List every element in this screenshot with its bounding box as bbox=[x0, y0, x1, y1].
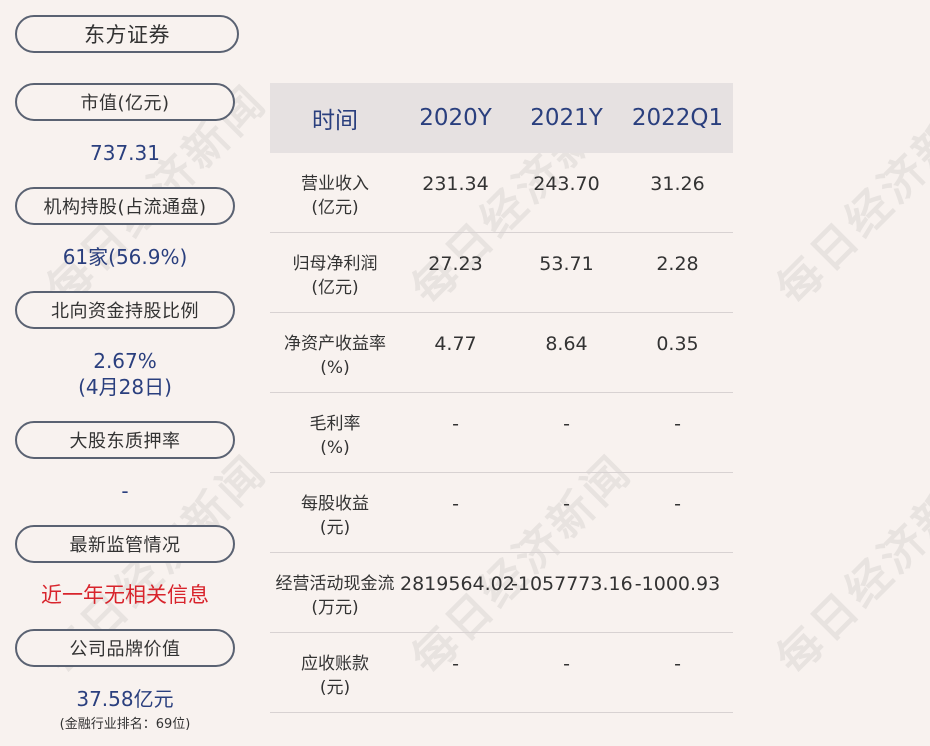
metric-name: 每股收益 bbox=[301, 494, 369, 514]
metric-unit: (元) bbox=[319, 518, 351, 538]
northbound-ratio-date: (4月28日) bbox=[78, 375, 172, 399]
metric-name: 营业收入 bbox=[301, 174, 369, 194]
table-row: 经营活动现金流 (万元) 2819564.02 -1057773.16 -1000.93 bbox=[270, 553, 733, 633]
table-cell: 27.23 bbox=[428, 253, 483, 275]
company-name-badge: 东方证券 bbox=[15, 15, 239, 53]
table-cell: 0.35 bbox=[656, 333, 699, 355]
table-cell: 4.77 bbox=[434, 333, 477, 355]
brand-value-value: 37.58亿元 bbox=[76, 687, 174, 711]
table-cell: -1000.93 bbox=[634, 573, 721, 595]
brand-value-rank: (金融行业排名：69位) bbox=[59, 717, 191, 732]
metric-unit: (元) bbox=[319, 678, 351, 698]
table-cell: -1057773.16 bbox=[511, 573, 633, 595]
table-cell: 8.64 bbox=[545, 333, 588, 355]
header-2020y: 2020Y bbox=[419, 105, 492, 131]
metric-name: 归母净利润 bbox=[292, 254, 378, 274]
watermark-text: 每日经济新闻 bbox=[767, 445, 930, 686]
metric-unit: (亿元) bbox=[311, 198, 359, 218]
row-metric-name: 毛利率 (%) bbox=[270, 394, 400, 460]
table-cell: 31.26 bbox=[650, 173, 705, 195]
table-row: 应收账款 (元) - - - bbox=[270, 633, 733, 713]
metric-unit: (亿元) bbox=[311, 278, 359, 298]
row-metric-name: 应收账款 (元) bbox=[270, 634, 400, 700]
table-cell: - bbox=[563, 493, 570, 515]
metric-unit: (万元) bbox=[311, 598, 359, 618]
row-metric-name: 营业收入 (亿元) bbox=[270, 154, 400, 220]
metric-name: 应收账款 bbox=[301, 654, 369, 674]
table-row: 每股收益 (元) - - - bbox=[270, 473, 733, 553]
metric-name: 毛利率 bbox=[309, 414, 361, 434]
header-2021y: 2021Y bbox=[530, 105, 603, 131]
market-cap-value: 737.31 bbox=[90, 141, 160, 165]
metric-unit: (%) bbox=[320, 358, 350, 378]
table-cell: 2819564.02 bbox=[400, 573, 515, 595]
regulatory-status-value: 近一年无相关信息 bbox=[41, 583, 209, 607]
table-body: 营业收入 (亿元) 231.34 243.70 31.26 归母净利润 (亿元) 27.23 5… bbox=[270, 153, 733, 713]
table-row: 归母净利润 (亿元) 27.23 53.71 2.28 bbox=[270, 233, 733, 313]
table-header: 时间 2020Y 2021Y 2022Q1 bbox=[270, 83, 733, 153]
table-row: 净资产收益率 (%) 4.77 8.64 0.35 bbox=[270, 313, 733, 393]
table-cell: 231.34 bbox=[422, 173, 489, 195]
row-metric-name: 归母净利润 (亿元) bbox=[270, 234, 400, 300]
table-cell: 2.28 bbox=[656, 253, 699, 275]
metric-name: 经营活动现金流 bbox=[275, 574, 395, 594]
table-cell: - bbox=[563, 413, 570, 435]
table-cell: - bbox=[674, 413, 681, 435]
table-row: 营业收入 (亿元) 231.34 243.70 31.26 bbox=[270, 153, 733, 233]
row-metric-name: 经营活动现金流 (万元) bbox=[270, 554, 400, 620]
row-metric-name: 净资产收益率 (%) bbox=[270, 314, 400, 380]
table-cell: 53.71 bbox=[539, 253, 594, 275]
financial-table: 时间 2020Y 2021Y 2022Q1 营业收入 (亿元) 231.34 243.… bbox=[270, 83, 733, 713]
table-cell: - bbox=[563, 653, 570, 675]
institutional-holding-label: 机构持股(占流通盘) bbox=[15, 187, 235, 225]
metric-name: 净资产收益率 bbox=[284, 334, 386, 354]
table-cell: - bbox=[674, 653, 681, 675]
market-cap-label: 市值(亿元) bbox=[15, 83, 235, 121]
table-row: 毛利率 (%) - - - bbox=[270, 393, 733, 473]
row-metric-name: 每股收益 (元) bbox=[270, 474, 400, 540]
table-cell: - bbox=[452, 653, 459, 675]
northbound-ratio-value: 2.67% bbox=[93, 349, 157, 373]
metric-unit: (%) bbox=[320, 438, 350, 458]
northbound-ratio-label: 北向资金持股比例 bbox=[15, 291, 235, 329]
watermark-text: 每日经济新闻 bbox=[767, 75, 930, 316]
pledge-ratio-value: - bbox=[121, 479, 129, 503]
table-cell: - bbox=[674, 493, 681, 515]
table-cell: 243.70 bbox=[533, 173, 600, 195]
brand-value-label: 公司品牌价值 bbox=[15, 629, 235, 667]
header-period: 时间 bbox=[312, 108, 358, 134]
institutional-holding-value: 61家(56.9%) bbox=[62, 245, 188, 269]
table-cell: - bbox=[452, 413, 459, 435]
regulatory-status-label: 最新监管情况 bbox=[15, 525, 235, 563]
header-2022q1: 2022Q1 bbox=[631, 105, 724, 131]
pledge-ratio-label: 大股东质押率 bbox=[15, 421, 235, 459]
table-cell: - bbox=[452, 493, 459, 515]
